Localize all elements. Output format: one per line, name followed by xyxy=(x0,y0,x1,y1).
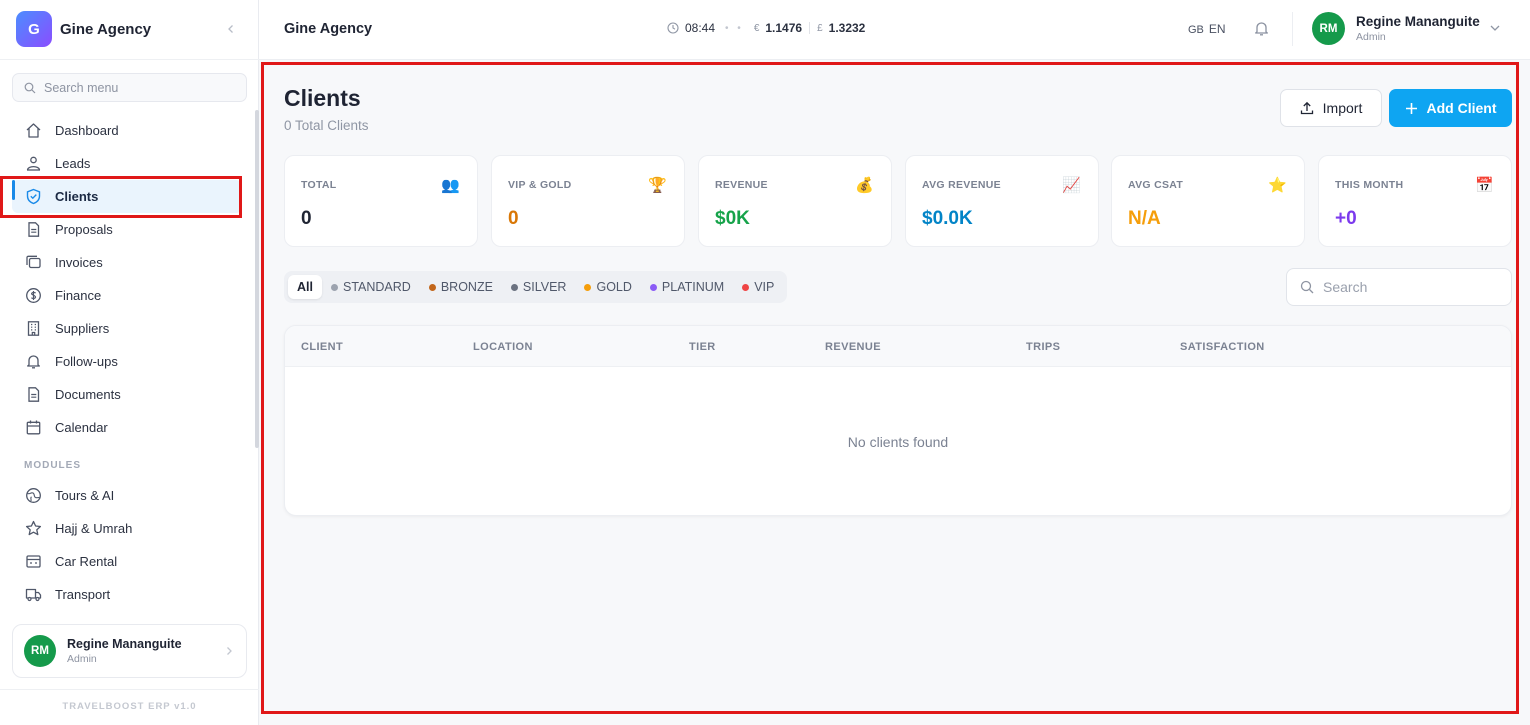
sidebar-scrollbar[interactable] xyxy=(255,110,259,448)
sidebar-footer-divider xyxy=(0,689,259,690)
sidebar-item-label: Transport xyxy=(55,587,111,602)
clock-icon xyxy=(667,22,679,34)
sidebar-item-label: Suppliers xyxy=(55,321,110,336)
active-indicator xyxy=(12,180,15,200)
copy-icon xyxy=(24,254,42,272)
sidebar-item-calendar[interactable]: Calendar xyxy=(12,411,242,444)
gbp-rate: 1.3232 xyxy=(828,21,866,35)
sidebar-item-label: Calendar xyxy=(55,420,108,435)
language-code: EN xyxy=(1208,22,1226,36)
home-icon xyxy=(24,122,42,140)
sidebar-item-car-rental[interactable]: Car Rental xyxy=(12,545,242,578)
sidebar-item-label: Dashboard xyxy=(55,123,119,138)
brand-logo: G xyxy=(16,11,52,47)
ticker-dots: • • xyxy=(725,22,744,34)
header-divider xyxy=(1292,12,1293,46)
sidebar-item-label: Follow-ups xyxy=(55,354,118,369)
sidebar-item-label: Tours & AI xyxy=(55,488,115,503)
sidebar-item-label: Clients xyxy=(55,189,99,204)
user-role: Admin xyxy=(67,653,97,665)
language-switcher[interactable]: GB EN xyxy=(1188,22,1226,36)
ticker-separator xyxy=(809,22,811,34)
calendar-icon xyxy=(24,419,42,437)
sidebar-item-finance[interactable]: Finance xyxy=(12,279,242,312)
sidebar-item-label: Car Rental xyxy=(55,554,118,569)
gbp-symbol: £ xyxy=(817,22,823,34)
modules-section-label: MODULES xyxy=(24,460,81,471)
sidebar-item-follow-ups[interactable]: Follow-ups xyxy=(12,345,242,378)
highlight-main-box xyxy=(261,62,1519,714)
sidebar-item-hajj-umrah[interactable]: Hajj & Umrah xyxy=(12,512,242,545)
dollar-icon xyxy=(24,287,42,305)
sidebar-item-label: Hajj & Umrah xyxy=(55,521,133,536)
sidebar-search[interactable] xyxy=(12,73,247,102)
app-version: TRAVELBOOST ERP v1.0 xyxy=(62,701,197,712)
sidebar-item-suppliers[interactable]: Suppliers xyxy=(12,312,242,345)
sidebar-item-dashboard[interactable]: Dashboard xyxy=(12,114,242,147)
user-name: Regine Mananguite xyxy=(67,637,182,651)
shield-icon xyxy=(24,188,42,206)
flag-icon: GB xyxy=(1188,24,1204,36)
rates-ticker: 08:44 • • € 1.1476 £ 1.3232 xyxy=(667,21,865,35)
eur-symbol: € xyxy=(753,22,760,34)
sidebar-item-clients[interactable]: Clients xyxy=(12,180,242,213)
header-user-menu[interactable]: RM Regine Mananguite Admin xyxy=(1312,12,1480,45)
document-icon xyxy=(24,386,42,404)
bell-icon xyxy=(24,353,42,371)
chevron-left-icon xyxy=(228,25,233,33)
sidebar-item-transport[interactable]: Transport xyxy=(12,578,242,611)
user-role: Admin xyxy=(1356,31,1386,43)
brand-name: Gine Agency xyxy=(60,20,152,38)
car-icon xyxy=(24,553,42,571)
notifications-button[interactable] xyxy=(1253,20,1270,40)
sidebar-item-tours-ai[interactable]: Tours & AI xyxy=(12,479,242,512)
user-info: Regine Mananguite Admin xyxy=(1356,14,1480,43)
search-icon xyxy=(24,82,36,93)
globe-icon xyxy=(24,487,42,505)
truck-icon xyxy=(24,586,42,604)
header-title: Gine Agency xyxy=(284,21,373,37)
header-time: 08:44 xyxy=(685,21,716,35)
sidebar-item-label: Documents xyxy=(55,387,121,402)
sidebar-search-input[interactable] xyxy=(44,80,234,95)
avatar: RM xyxy=(1312,12,1345,45)
chevron-down-icon[interactable] xyxy=(1489,22,1501,37)
avatar: RM xyxy=(24,635,56,667)
sidebar-user-card[interactable]: RM Regine Mananguite Admin xyxy=(12,624,247,678)
bell-icon xyxy=(1255,22,1268,36)
sidebar-item-label: Finance xyxy=(55,288,102,303)
sidebar-item-label: Proposals xyxy=(55,222,113,237)
users-icon xyxy=(24,155,42,173)
brand[interactable]: G Gine Agency xyxy=(16,11,151,47)
sidebar-item-leads[interactable]: Leads xyxy=(12,147,242,180)
top-header: Gine Agency 08:44 • • € 1.1476 £ 1.3232 … xyxy=(259,0,1530,60)
sidebar-divider xyxy=(0,59,259,60)
sidebar-item-label: Invoices xyxy=(55,255,103,270)
collapse-sidebar-button[interactable] xyxy=(222,20,240,38)
file-icon xyxy=(24,221,42,239)
sidebar-item-documents[interactable]: Documents xyxy=(12,378,242,411)
star-icon xyxy=(24,520,42,538)
sidebar-item-label: Leads xyxy=(55,156,91,171)
eur-rate: 1.1476 xyxy=(765,21,803,35)
sidebar: G Gine Agency Dashboard Leads Clients Pr… xyxy=(0,0,259,725)
sidebar-item-invoices[interactable]: Invoices xyxy=(12,246,242,279)
user-name: Regine Mananguite xyxy=(1356,14,1480,29)
sidebar-item-proposals[interactable]: Proposals xyxy=(12,213,242,246)
user-info: Regine Mananguite Admin xyxy=(67,637,182,665)
chevron-right-icon xyxy=(224,644,234,659)
building-icon xyxy=(24,320,42,338)
